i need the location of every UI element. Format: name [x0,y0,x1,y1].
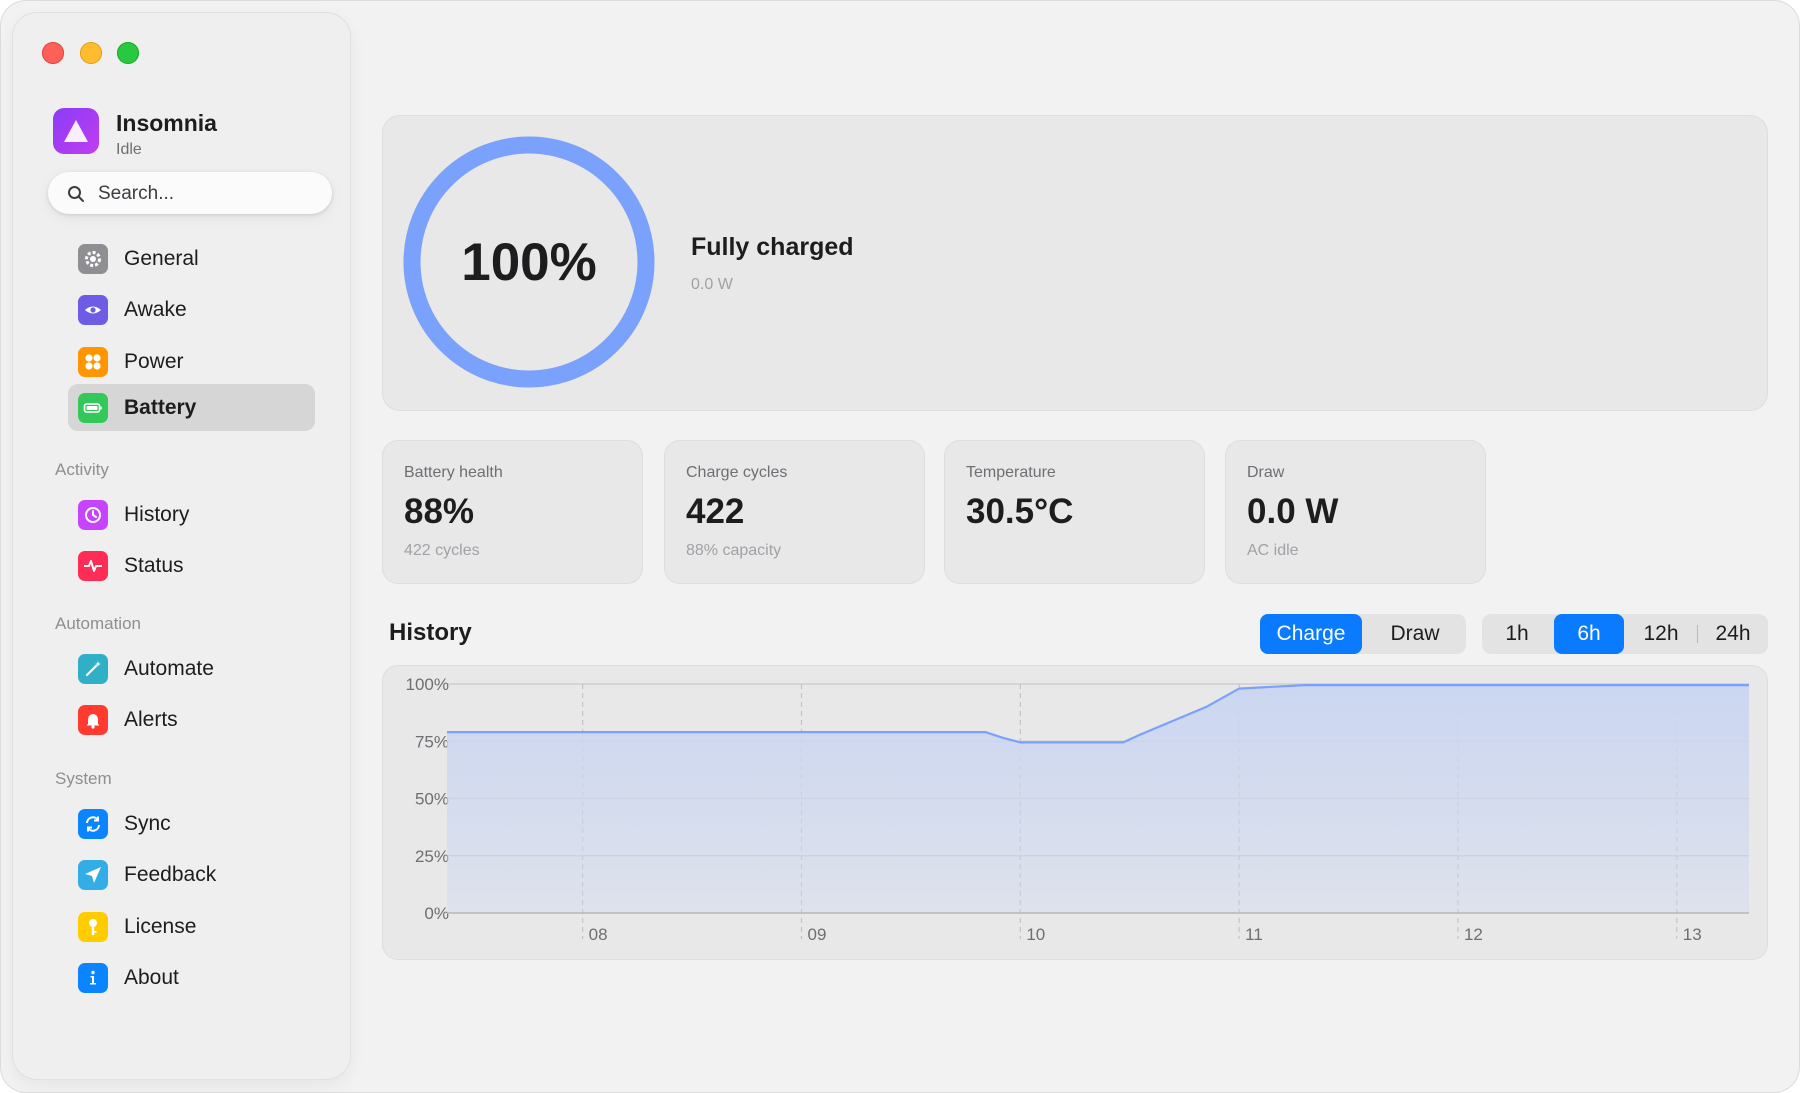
sidebar-item-label: About [124,966,179,989]
battery-summary-panel: 100% Fully charged 0.0 W [382,115,1768,411]
x-tick-label: 11 [1245,925,1263,944]
app-status: Idle [116,141,142,158]
sidebar-item-automate[interactable]: Automate [68,645,315,692]
search-box[interactable] [48,172,332,216]
battery-icon [78,393,108,423]
search-icon [68,186,84,202]
sidebar-item-label: Status [124,554,184,577]
sidebar-item-awake[interactable]: Awake [68,286,315,333]
sidebar-item-history[interactable]: History [68,491,315,538]
x-tick-label: 12 [1464,925,1483,944]
history-mode-segmented: Charge Draw [1260,614,1466,654]
sidebar-item-label: Power [124,350,184,373]
sidebar-item-alerts[interactable]: Alerts [68,696,315,743]
charge-area [447,685,1749,913]
clock-icon [78,500,108,530]
y-tick-label: 100% [406,675,449,694]
sidebar-item-label: Feedback [124,863,217,886]
card-value: 422 [686,492,745,531]
card-label: Charge cycles [686,464,788,481]
sidebar: Insomnia Idle General Awake [13,13,350,1079]
sidebar-item-general[interactable]: General [68,235,315,282]
card-sub: AC idle [1247,542,1299,559]
sidebar-item-feedback[interactable]: Feedback [68,851,315,898]
card-label: Battery health [404,464,503,481]
sidebar-item-label: Automate [124,657,214,680]
bell-icon [78,705,108,735]
stat-card-draw: Draw 0.0 W AC idle [1225,440,1486,584]
x-tick-label: 09 [807,925,826,944]
tab-draw[interactable]: Draw [1364,614,1466,654]
pulse-icon [78,551,108,581]
gear-icon [78,244,108,274]
sync-icon [78,809,108,839]
stat-card-charge-cycles: Charge cycles 422 88% capacity [664,440,925,584]
sidebar-item-label: Sync [124,812,171,835]
x-tick-label: 10 [1026,925,1045,944]
battery-percent: 100% [461,232,597,292]
y-tick-label: 75% [415,732,449,751]
tab-range-1h[interactable]: 1h [1482,614,1552,654]
tab-range-6h[interactable]: 6h [1554,614,1624,654]
sidebar-item-label: Alerts [124,708,178,731]
card-value: 0.0 W [1247,492,1339,531]
y-tick-label: 50% [415,790,449,809]
history-title: History [389,619,472,646]
y-tick-label: 0% [424,904,449,923]
zoom-window-button[interactable] [117,42,139,64]
history-range-segmented: 1h 6h 12h 24h [1482,614,1768,654]
stat-card-battery-health: Battery health 88% 422 cycles [382,440,643,584]
minimize-window-button[interactable] [80,42,102,64]
charge-power: 0.0 W [691,276,733,293]
wand-icon [78,654,108,684]
sidebar-item-label: License [124,915,197,938]
sidebar-item-status[interactable]: Status [68,542,315,589]
sidebar-item-label: Battery [124,396,197,419]
sidebar-item-license[interactable]: License [68,903,315,950]
tab-range-24h[interactable]: 24h [1698,614,1768,654]
sidebar-item-battery[interactable]: Battery [68,384,315,431]
sidebar-item-label: General [124,247,199,270]
card-value: 88% [404,492,475,531]
tab-range-12h[interactable]: 12h [1626,614,1696,654]
x-tick-label: 13 [1683,925,1702,944]
history-chart-panel: 0% 25% 50% 75% 100% 08 09 10 11 12 13 [382,665,1768,960]
y-tick-label: 25% [415,847,449,866]
x-tick-label: 08 [589,925,608,944]
card-sub: 422 cycles [404,542,480,559]
section-label-activity: Activity [55,460,109,479]
charge-status-title: Fully charged [691,233,854,261]
tab-charge[interactable]: Charge [1260,614,1362,654]
power-icon [78,347,108,377]
sidebar-item-label: Awake [124,298,187,321]
card-label: Draw [1247,464,1285,481]
section-label-automation: Automation [55,614,141,633]
app-logo-icon [53,108,99,154]
section-label-system: System [55,769,112,788]
info-icon [78,963,108,993]
search-input[interactable] [96,172,320,216]
card-label: Temperature [966,464,1056,481]
app-window: Insomnia Idle General Awake [0,0,1800,1093]
app-name: Insomnia [116,110,217,136]
close-window-button[interactable] [42,42,64,64]
paper-plane-icon [78,860,108,890]
key-icon [78,912,108,942]
sidebar-item-about[interactable]: About [68,954,315,1001]
eye-icon [78,295,108,325]
card-value: 30.5°C [966,492,1074,531]
history-chart: 0% 25% 50% 75% 100% 08 09 10 11 12 13 [406,675,1749,944]
sidebar-item-sync[interactable]: Sync [68,800,315,847]
card-sub: 88% capacity [686,542,782,559]
sidebar-item-power[interactable]: Power [68,338,315,385]
sidebar-item-label: History [124,503,190,526]
stat-card-temperature: Temperature 30.5°C [944,440,1205,584]
